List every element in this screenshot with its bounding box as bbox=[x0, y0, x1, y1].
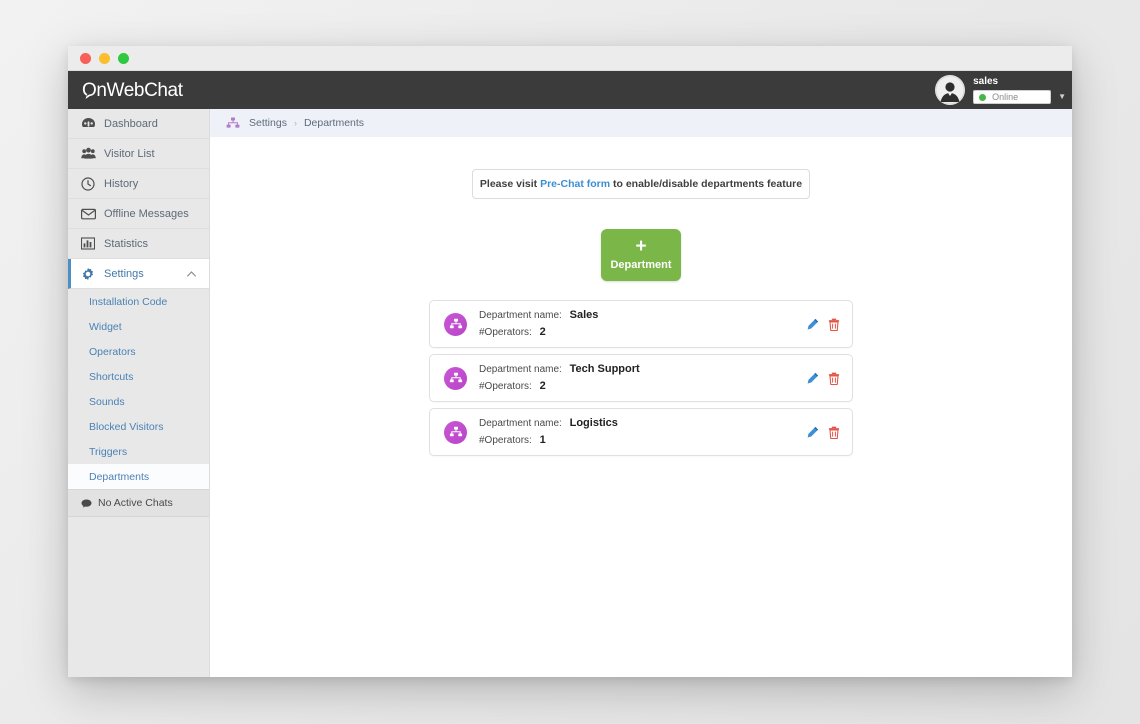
sidebar-subitem-label: Departments bbox=[89, 470, 150, 483]
sidebar-item-operators[interactable]: Operators bbox=[68, 339, 209, 364]
sidebar-item-label: Visitor List bbox=[104, 147, 155, 160]
prechat-notice: Please visit Pre-Chat form to enable/dis… bbox=[472, 169, 810, 199]
main-content: Settings › Departments Please visit Pre-… bbox=[210, 109, 1072, 677]
plus-icon: + bbox=[635, 236, 647, 257]
breadcrumb-item-departments[interactable]: Departments bbox=[304, 117, 364, 129]
sidebar-item-triggers[interactable]: Triggers bbox=[68, 439, 209, 464]
sidebar-item-label: History bbox=[104, 177, 139, 190]
sidebar-item-dashboard[interactable]: Dashboard bbox=[68, 109, 209, 139]
breadcrumb-item-settings[interactable]: Settings bbox=[249, 117, 287, 129]
sidebar: Dashboard Visitor List History Offline M… bbox=[68, 109, 210, 677]
dashboard-icon bbox=[81, 117, 99, 130]
sidebar-item-label: Statistics bbox=[104, 237, 149, 250]
window-close-button[interactable] bbox=[80, 52, 91, 64]
user-name: sales bbox=[973, 76, 999, 87]
visitors-icon bbox=[81, 147, 99, 160]
operators-value: 2 bbox=[539, 326, 546, 338]
notice-suffix: to enable/disable departments feature bbox=[613, 178, 803, 190]
bar-chart-icon bbox=[81, 237, 99, 250]
window-titlebar bbox=[68, 46, 1072, 71]
org-chart-icon bbox=[444, 420, 467, 444]
sidebar-item-label: Settings bbox=[104, 267, 144, 280]
browser-window: OnWebChat sales Online ▼ Dashboard Visit… bbox=[68, 46, 1072, 677]
department-name-label: Department name: bbox=[479, 310, 562, 321]
sidebar-item-offline-messages[interactable]: Offline Messages bbox=[68, 199, 209, 229]
department-name-value: Sales bbox=[569, 309, 599, 321]
add-department-button[interactable]: + Department bbox=[601, 229, 681, 281]
trash-icon[interactable] bbox=[828, 426, 840, 439]
svg-text:OnWebChat: OnWebChat bbox=[82, 80, 184, 101]
breadcrumb: Settings › Departments bbox=[210, 109, 1072, 137]
sidebar-item-statistics[interactable]: Statistics bbox=[68, 229, 209, 259]
avatar bbox=[935, 75, 966, 105]
operators-label: #Operators: bbox=[479, 435, 532, 446]
sidebar-item-label: Offline Messages bbox=[104, 207, 189, 220]
trash-icon[interactable] bbox=[828, 372, 840, 385]
operators-value: 1 bbox=[539, 434, 546, 446]
sidebar-subitem-label: Installation Code bbox=[89, 295, 168, 308]
sidebar-subitem-label: Shortcuts bbox=[89, 370, 134, 383]
sidebar-subitem-label: Blocked Visitors bbox=[89, 420, 164, 433]
active-chats-label: No Active Chats bbox=[98, 497, 173, 509]
department-name-label: Department name: bbox=[479, 418, 562, 429]
sidebar-subitem-label: Widget bbox=[89, 320, 122, 333]
clock-icon bbox=[81, 176, 99, 191]
department-card[interactable]: Department name: Sales #Operators: 2 bbox=[429, 300, 853, 348]
chevron-up-icon[interactable] bbox=[187, 268, 196, 280]
gear-icon bbox=[81, 267, 99, 281]
pencil-icon[interactable] bbox=[806, 318, 819, 331]
department-name-label: Department name: bbox=[479, 364, 562, 375]
pencil-icon[interactable] bbox=[806, 372, 819, 385]
chevron-down-icon[interactable]: ▼ bbox=[1058, 93, 1066, 101]
org-chart-icon bbox=[444, 366, 467, 390]
chat-bubble-icon bbox=[81, 499, 92, 508]
sidebar-item-history[interactable]: History bbox=[68, 169, 209, 199]
sidebar-subitem-label: Sounds bbox=[89, 395, 125, 408]
app-header: OnWebChat sales Online ▼ bbox=[68, 71, 1072, 109]
department-card[interactable]: Department name: Logistics #Operators: 1 bbox=[429, 408, 853, 456]
sidebar-item-widget[interactable]: Widget bbox=[68, 314, 209, 339]
sidebar-subitem-label: Operators bbox=[89, 345, 136, 358]
envelope-icon bbox=[81, 208, 99, 220]
org-chart-icon bbox=[226, 117, 240, 129]
status-select[interactable]: Online bbox=[973, 90, 1052, 104]
department-name-value: Tech Support bbox=[569, 363, 640, 375]
add-department-label: Department bbox=[610, 259, 672, 271]
operators-label: #Operators: bbox=[479, 381, 532, 392]
status-indicator-dot bbox=[979, 93, 987, 101]
window-maximize-button[interactable] bbox=[118, 52, 129, 64]
departments-list: Department name: Sales #Operators: 2 Dep… bbox=[429, 300, 853, 456]
sidebar-item-shortcuts[interactable]: Shortcuts bbox=[68, 364, 209, 389]
window-minimize-button[interactable] bbox=[99, 52, 110, 64]
user-account-area[interactable]: sales Online ▼ bbox=[935, 71, 1072, 109]
status-label: Online bbox=[992, 92, 1019, 102]
breadcrumb-separator: › bbox=[293, 118, 297, 128]
sidebar-item-blocked-visitors[interactable]: Blocked Visitors bbox=[68, 414, 209, 439]
sidebar-item-label: Dashboard bbox=[104, 117, 158, 130]
org-chart-icon bbox=[444, 312, 467, 336]
active-chats-status[interactable]: No Active Chats bbox=[68, 489, 209, 517]
department-card[interactable]: Department name: Tech Support #Operators… bbox=[429, 354, 853, 402]
sidebar-item-visitor-list[interactable]: Visitor List bbox=[68, 139, 209, 169]
notice-prefix: Please visit bbox=[479, 178, 538, 190]
sidebar-item-sounds[interactable]: Sounds bbox=[68, 389, 209, 414]
prechat-form-link[interactable]: Pre-Chat form bbox=[540, 178, 610, 190]
pencil-icon[interactable] bbox=[806, 426, 819, 439]
sidebar-item-installation-code[interactable]: Installation Code bbox=[68, 289, 209, 314]
sidebar-item-settings[interactable]: Settings bbox=[68, 259, 209, 289]
operators-value: 2 bbox=[539, 380, 546, 392]
department-name-value: Logistics bbox=[569, 417, 618, 429]
trash-icon[interactable] bbox=[828, 318, 840, 331]
sidebar-item-departments[interactable]: Departments bbox=[68, 464, 209, 489]
sidebar-subitem-label: Triggers bbox=[89, 445, 128, 458]
app-logo[interactable]: OnWebChat bbox=[82, 71, 217, 109]
operators-label: #Operators: bbox=[479, 327, 532, 338]
